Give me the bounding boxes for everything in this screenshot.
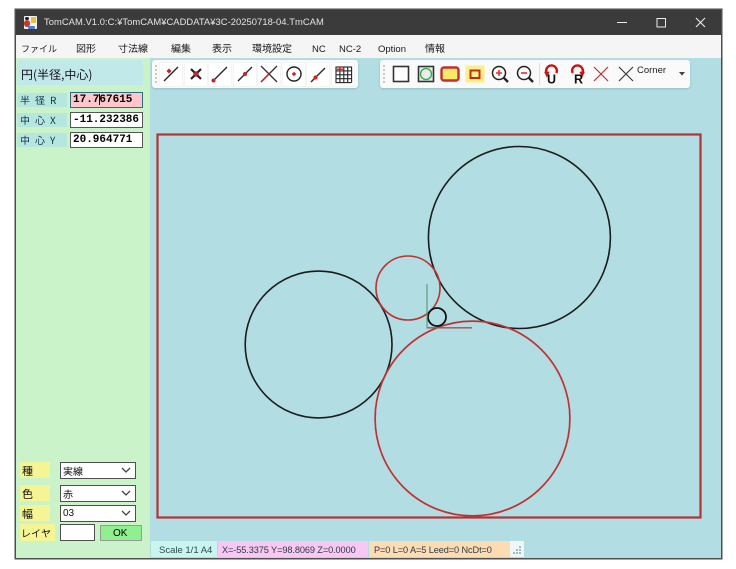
svg-text:U: U	[547, 73, 556, 87]
svg-text:R: R	[574, 73, 583, 87]
